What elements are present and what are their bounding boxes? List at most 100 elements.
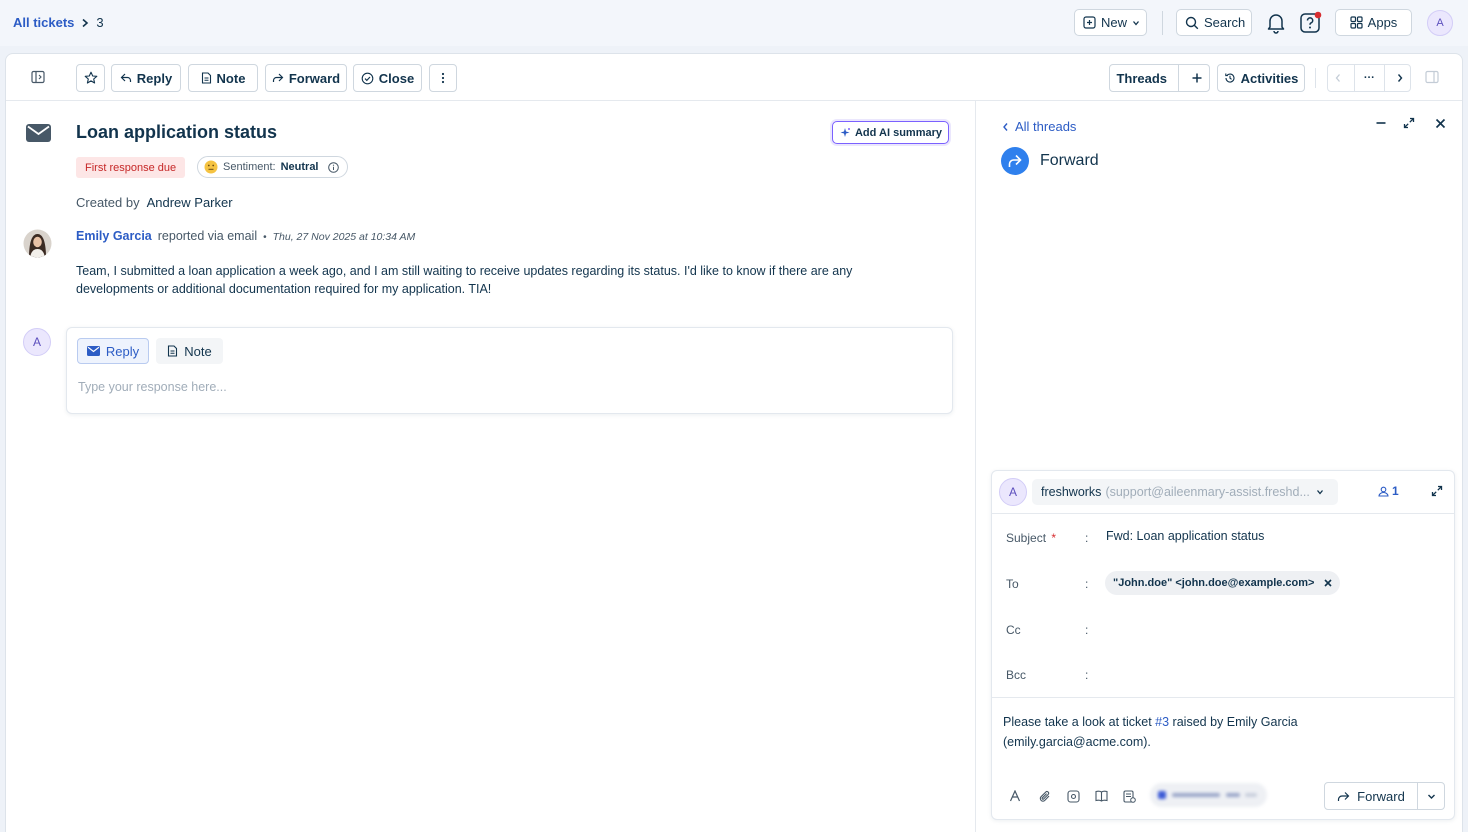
- chevron-left-icon: [1002, 122, 1009, 132]
- expand-panel-icon[interactable]: [1425, 70, 1439, 84]
- templates-icon[interactable]: [1123, 790, 1136, 803]
- new-button[interactable]: New: [1074, 9, 1147, 36]
- more-options-button[interactable]: [429, 64, 457, 92]
- forward-icon: [1337, 791, 1350, 802]
- plus-square-icon: [1083, 16, 1096, 29]
- composer-input[interactable]: Type your response here...: [78, 380, 227, 394]
- thread-title: Forward: [1040, 152, 1099, 169]
- composer-reply-tab[interactable]: Reply: [77, 338, 149, 364]
- from-select[interactable]: freshworks (support@aileenmary-assist.fr…: [1032, 479, 1338, 505]
- breadcrumb: All tickets 3: [13, 15, 104, 30]
- check-circle-icon: [361, 72, 374, 85]
- composer-note-tab[interactable]: Note: [156, 338, 223, 364]
- search-button-label: Search: [1204, 15, 1246, 30]
- top-bar: All tickets 3 New Search Apps A: [0, 0, 1468, 46]
- star-button[interactable]: [76, 64, 105, 92]
- apps-button-label: Apps: [1367, 15, 1398, 30]
- activities-button[interactable]: Activities: [1217, 64, 1305, 92]
- more-tickets-icon[interactable]: ···: [1359, 72, 1379, 84]
- add-ai-summary-button[interactable]: Add AI summary: [832, 121, 949, 144]
- reply-composer: Reply Note Type your response here...: [66, 327, 953, 414]
- recipient-count[interactable]: 1: [1378, 484, 1399, 498]
- ai-sparkle-icon: [839, 127, 851, 139]
- add-thread-icon[interactable]: [1184, 73, 1209, 83]
- note-icon: [201, 72, 212, 84]
- close-button-label: Close: [378, 70, 415, 86]
- info-icon[interactable]: [327, 161, 339, 173]
- recipient-count-value: 1: [1392, 484, 1399, 498]
- bcc-input[interactable]: [1102, 661, 1442, 687]
- threads-button-label[interactable]: Threads: [1110, 71, 1173, 86]
- attachment-icon[interactable]: [1039, 790, 1051, 803]
- send-options-chevron-icon[interactable]: [1418, 783, 1444, 809]
- subject-label-text: Subject: [1006, 531, 1047, 545]
- forward-button[interactable]: Forward: [265, 64, 347, 92]
- canned-response-icon[interactable]: [1067, 790, 1080, 803]
- to-recipient-chip[interactable]: "John.doe" <john.doe@example.com>: [1105, 571, 1341, 595]
- star-icon: [84, 71, 98, 85]
- help-icon[interactable]: [1299, 11, 1323, 35]
- reporter-name-link[interactable]: Emily Garcia: [76, 229, 152, 243]
- form-divider-bottom: [992, 697, 1454, 698]
- breadcrumb-all-tickets[interactable]: All tickets: [13, 15, 74, 30]
- bell-icon[interactable]: [1266, 12, 1286, 34]
- message-body: Team, I submitted a loan application a w…: [76, 264, 853, 296]
- forward-body[interactable]: Please take a look at ticket #3 raised b…: [1003, 712, 1433, 752]
- close-panel-icon[interactable]: [1435, 118, 1446, 129]
- composer-avatar: A: [23, 328, 51, 356]
- user-avatar[interactable]: A: [1427, 10, 1453, 36]
- sentiment-badge: Sentiment: Neutral: [197, 156, 348, 178]
- forward-send-group: Forward: [1324, 782, 1445, 810]
- knowledge-base-icon[interactable]: [1095, 790, 1108, 802]
- composer-reply-label: Reply: [105, 343, 140, 359]
- expand-editor-icon[interactable]: [1431, 485, 1443, 497]
- expand-icon[interactable]: [1403, 117, 1415, 129]
- subject-input[interactable]: Fwd: Loan application status: [1106, 529, 1264, 543]
- first-response-due-badge: First response due: [76, 157, 186, 178]
- remove-recipient-icon[interactable]: [1324, 579, 1333, 587]
- reporter-avatar: [23, 229, 52, 258]
- cc-input[interactable]: [1102, 616, 1442, 642]
- all-threads-label: All threads: [1015, 119, 1077, 134]
- blurred-ai-writer-chip[interactable]: [1150, 783, 1267, 807]
- sentiment-label: Sentiment:: [223, 161, 276, 173]
- subject-colon: :: [1085, 531, 1089, 545]
- threads-divider: [1178, 65, 1180, 91]
- message-meta: Emily Garcia reported via email • Thu, 2…: [76, 229, 415, 243]
- previous-ticket-icon[interactable]: [1328, 73, 1349, 83]
- subject-label: Subject *: [1006, 531, 1056, 545]
- close-ticket-button[interactable]: Close: [353, 64, 422, 92]
- search-button[interactable]: Search: [1176, 9, 1252, 36]
- note-button-label: Note: [216, 70, 246, 86]
- send-forward-button[interactable]: Forward: [1325, 783, 1417, 809]
- nav-divider-2: [1384, 65, 1386, 91]
- next-ticket-icon[interactable]: [1390, 73, 1410, 83]
- ticket-title: Loan application status: [76, 122, 278, 142]
- text-format-icon[interactable]: [1009, 790, 1021, 802]
- all-threads-link[interactable]: All threads: [1002, 119, 1076, 134]
- reply-button[interactable]: Reply: [111, 64, 181, 92]
- search-icon: [1185, 16, 1199, 30]
- vertical-dots-icon: [441, 72, 445, 84]
- forward-button-label: Forward: [288, 70, 341, 86]
- forward-form: A freshworks (support@aileenmary-assist.…: [991, 470, 1455, 820]
- bcc-colon: :: [1085, 668, 1089, 682]
- cc-label: Cc: [1006, 623, 1021, 637]
- email-icon: [26, 124, 51, 142]
- created-by-name: Andrew Parker: [146, 195, 233, 210]
- forward-thread-icon: [1001, 147, 1029, 175]
- form-divider-top: [992, 513, 1454, 514]
- created-by-label: Created by: [76, 195, 140, 210]
- to-recipient-label: "John.doe" <john.doe@example.com>: [1113, 577, 1315, 589]
- note-icon: [167, 345, 178, 357]
- toolbar-divider: [1315, 68, 1316, 88]
- minimize-icon[interactable]: [1375, 117, 1387, 129]
- note-button[interactable]: Note: [188, 64, 258, 92]
- panel-divider: [975, 101, 976, 832]
- collapse-sidebar-icon[interactable]: [31, 70, 45, 84]
- send-forward-label: Forward: [1357, 788, 1405, 804]
- chevron-down-icon: [1316, 488, 1324, 496]
- apps-button[interactable]: Apps: [1335, 9, 1412, 36]
- to-label: To: [1006, 577, 1019, 591]
- ticket-link[interactable]: #3: [1155, 715, 1169, 729]
